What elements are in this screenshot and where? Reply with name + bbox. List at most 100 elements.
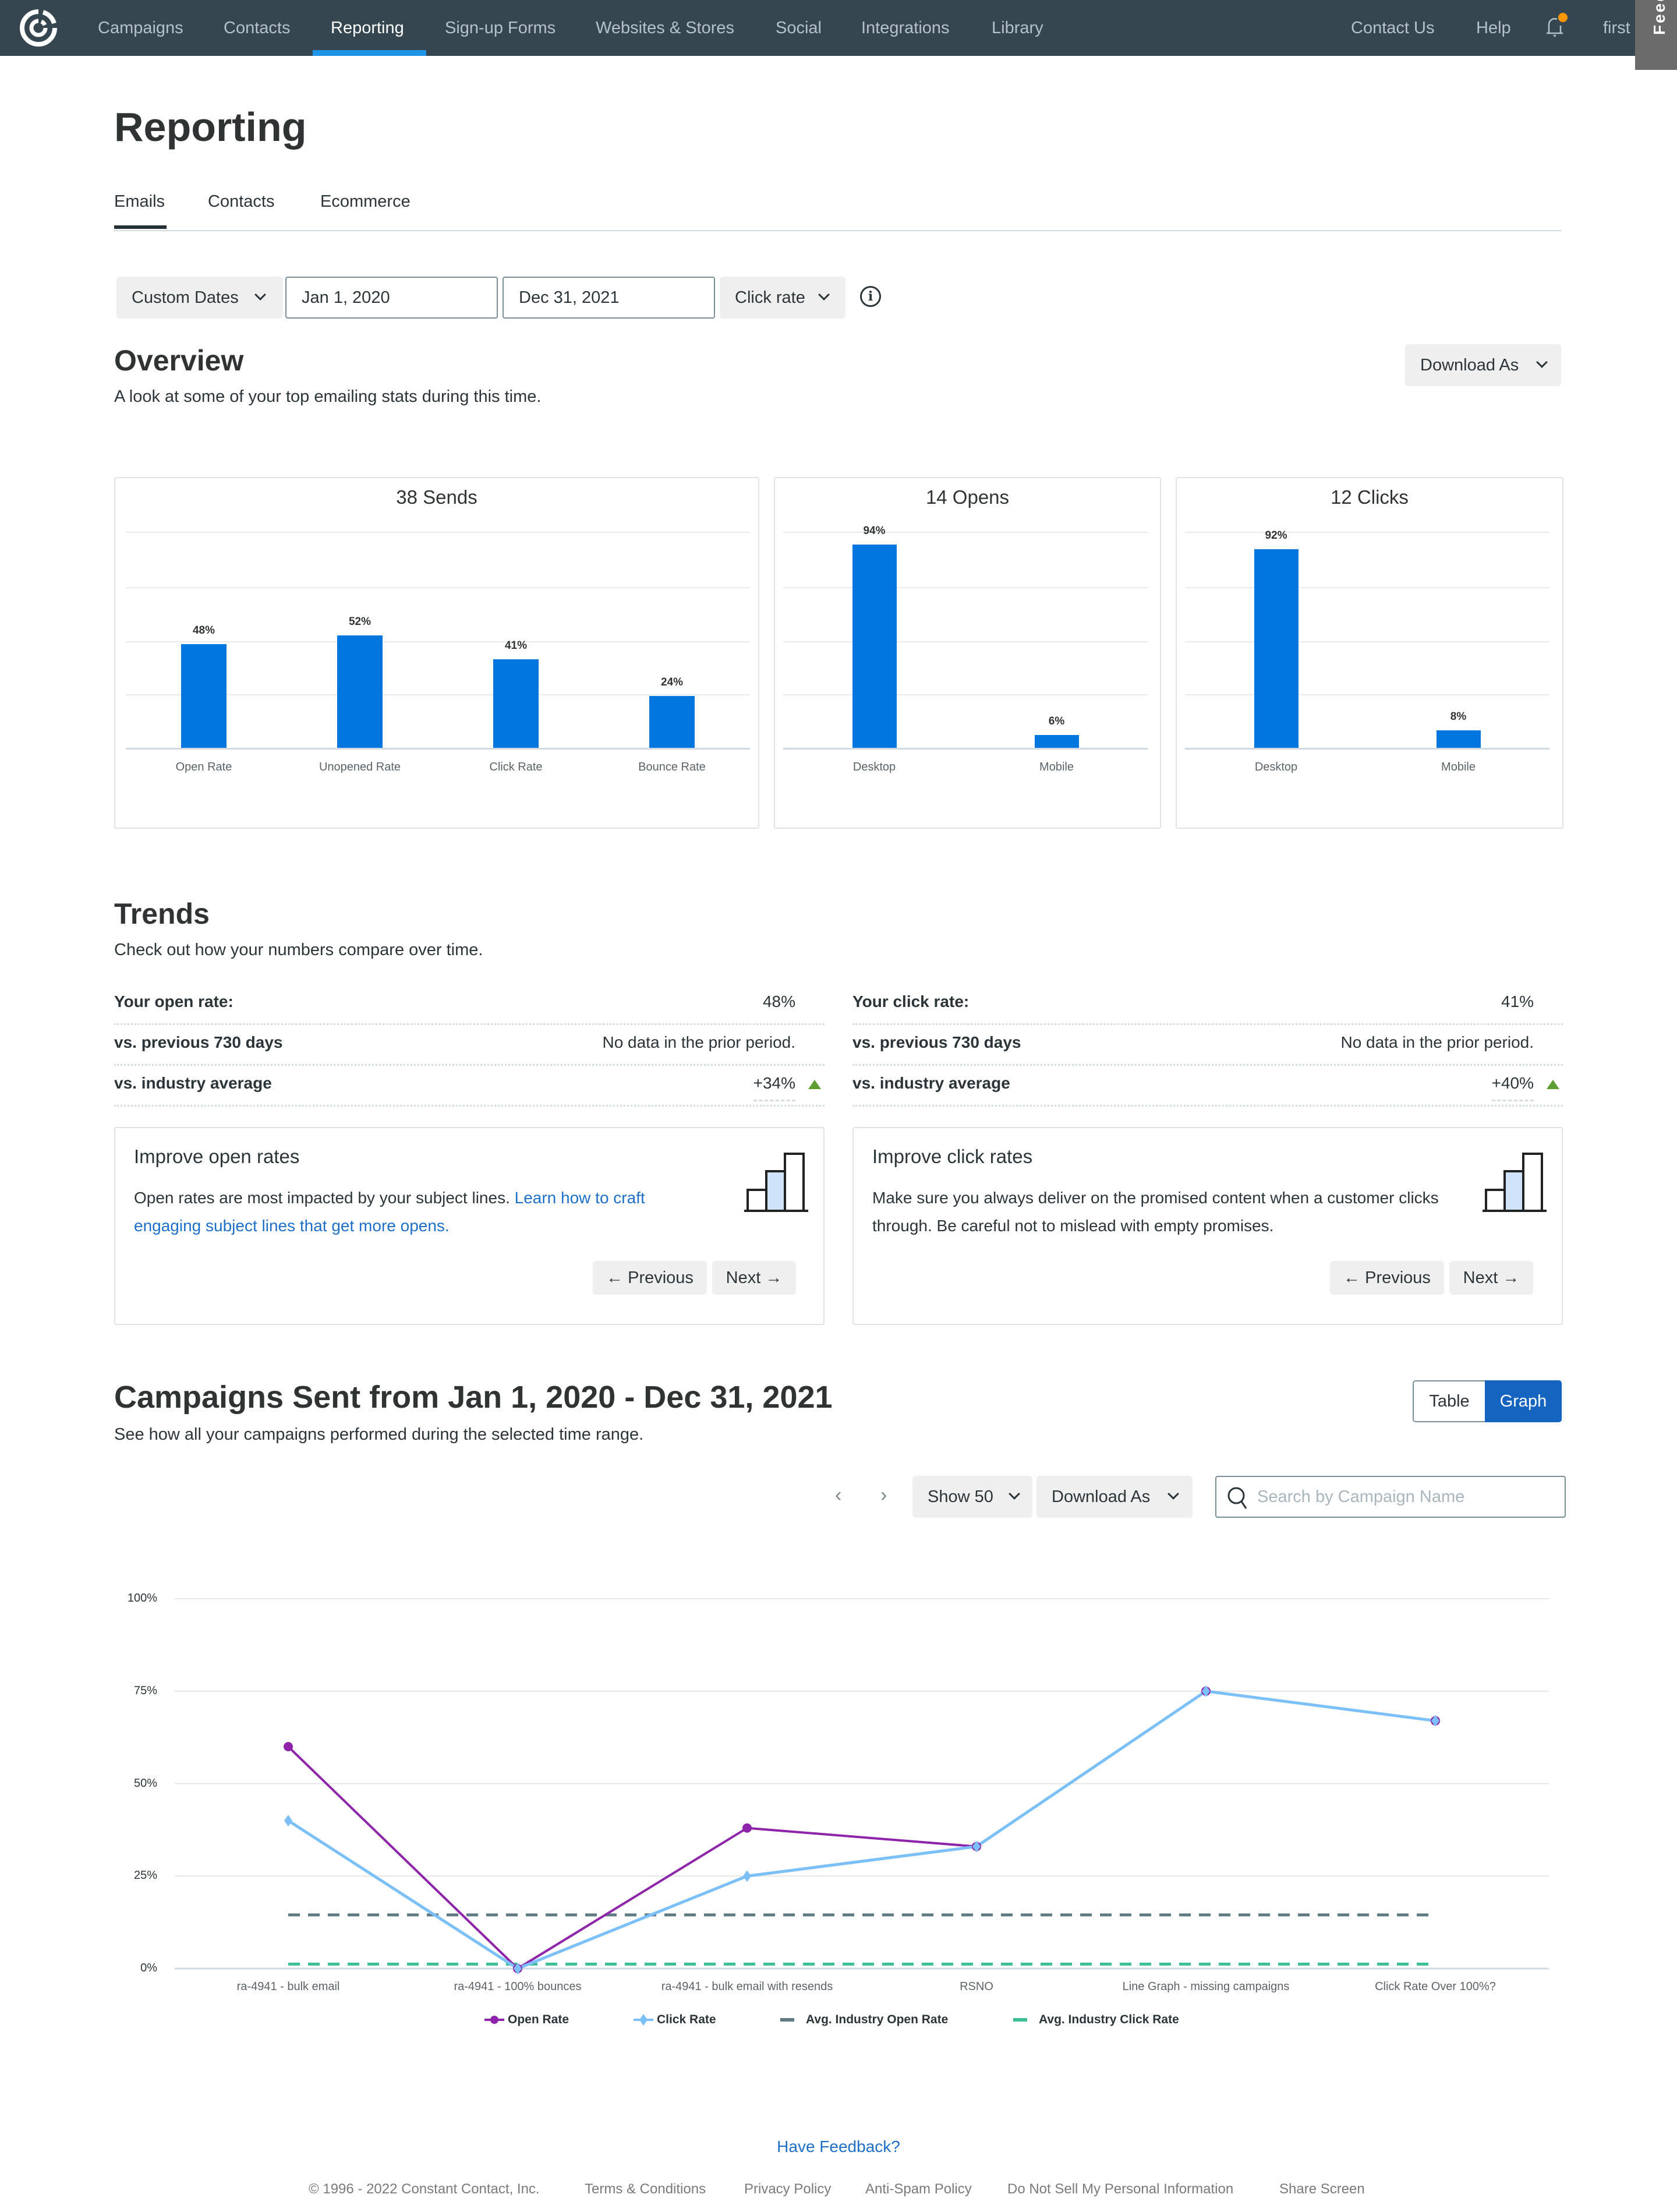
- feedback-side-tab[interactable]: Feedback: [1635, 0, 1677, 70]
- nav-campaigns[interactable]: Campaigns: [98, 0, 183, 56]
- end-date-input[interactable]: Dec 31, 2021: [503, 277, 715, 319]
- click-rate-row: Your click rate: 41%: [852, 984, 1563, 1025]
- tab-ecommerce[interactable]: Ecommerce: [320, 192, 411, 211]
- date-range-select-label: Custom Dates: [132, 288, 239, 307]
- tip-next-button[interactable]: Next →: [1449, 1261, 1533, 1295]
- contact-us-link[interactable]: Contact Us: [1351, 0, 1434, 56]
- legend-label: Avg. Industry Open Rate: [806, 2013, 949, 2026]
- open-rate-value: 48%: [762, 992, 795, 1010]
- click-rate-value: 41%: [1501, 992, 1534, 1010]
- legend-open-rate-marker-icon: [484, 2016, 504, 2024]
- top-navigation: Campaigns Contacts Reporting Sign-up For…: [0, 0, 1677, 56]
- nav-signup-forms[interactable]: Sign-up Forms: [445, 0, 556, 56]
- gridline: [1185, 694, 1549, 695]
- legend-avg-industry-open-rate[interactable]: Avg. Industry Open Rate: [780, 2013, 948, 2027]
- clicks-chart-title: 12 Clicks: [1331, 486, 1409, 508]
- y-tick-label: 100%: [127, 1592, 157, 1605]
- legend-open-rate[interactable]: Open Rate: [484, 2013, 569, 2027]
- constant-contact-logo[interactable]: [17, 7, 59, 49]
- click-vs-previous-value: No data in the prior period.: [1340, 1033, 1534, 1051]
- view-toggle-table[interactable]: Table: [1413, 1380, 1485, 1422]
- campaign-search-field[interactable]: [1215, 1476, 1566, 1518]
- nav-contacts[interactable]: Contacts: [224, 0, 290, 56]
- open-vs-industry-value[interactable]: +34%: [753, 1074, 795, 1093]
- campaign-search-input[interactable]: [1257, 1485, 1548, 1508]
- view-toggle-graph[interactable]: Graph: [1485, 1380, 1562, 1422]
- have-feedback-link[interactable]: Have Feedback?: [0, 2137, 1677, 2156]
- bar-click-rate: [493, 659, 539, 748]
- nav-reporting[interactable]: Reporting: [331, 0, 404, 56]
- category-label: Click Rate: [489, 761, 543, 773]
- y-tick-label: 0%: [140, 1962, 157, 1974]
- open-rate-row: Your open rate: 48%: [114, 984, 825, 1025]
- legend-avg-industry-click-rate[interactable]: Avg. Industry Click Rate: [1013, 2013, 1179, 2027]
- tooltip-underline: [753, 1100, 795, 1101]
- user-menu[interactable]: first: [1603, 0, 1630, 56]
- open-vs-previous-label: vs. previous 730 days: [114, 1033, 283, 1051]
- click-rate-point: [1202, 1685, 1210, 1697]
- campaigns-download-button[interactable]: Download As: [1036, 1476, 1193, 1518]
- show-count-select[interactable]: Show 50: [912, 1476, 1032, 1518]
- tab-contacts[interactable]: Contacts: [208, 192, 274, 211]
- do-not-sell-link[interactable]: Do Not Sell My Personal Information: [1007, 2181, 1233, 2197]
- category-label: Unopened Rate: [319, 761, 401, 773]
- help-link[interactable]: Help: [1476, 0, 1511, 56]
- tip-next-button[interactable]: Next →: [712, 1261, 796, 1295]
- x-tick-label: ra-4941 - 100% bounces: [454, 1980, 582, 1993]
- show-count-label: Show 50: [928, 1487, 993, 1506]
- click-rate-point: [972, 1840, 981, 1853]
- click-vs-industry-value[interactable]: +40%: [1492, 1074, 1534, 1093]
- terms-link[interactable]: Terms & Conditions: [585, 2181, 706, 2197]
- gridline: [783, 641, 1148, 642]
- gridline: [1185, 641, 1549, 642]
- anti-spam-link[interactable]: Anti-Spam Policy: [865, 2181, 972, 2197]
- overview-download-button[interactable]: Download As: [1405, 344, 1561, 386]
- gridline: [783, 587, 1148, 588]
- feedback-tab-label: Feedback: [1650, 0, 1669, 35]
- gridline: [1185, 587, 1549, 588]
- info-icon[interactable]: i: [860, 286, 881, 307]
- overview-subtitle: A look at some of your top emailing stat…: [114, 387, 542, 406]
- nav-social[interactable]: Social: [776, 0, 822, 56]
- tip-previous-button[interactable]: ← Previous: [1330, 1261, 1444, 1295]
- legend-click-rate[interactable]: Click Rate: [634, 2013, 716, 2027]
- y-tick-label: 50%: [133, 1776, 157, 1790]
- end-date-value: Dec 31, 2021: [519, 288, 620, 307]
- gridline: [126, 641, 750, 642]
- legend-label: Click Rate: [657, 2013, 716, 2026]
- bar-bounce-rate: [649, 695, 695, 748]
- improve-open-rates-card: Improve open rates Open rates are most i…: [114, 1127, 825, 1325]
- tab-emails[interactable]: Emails: [114, 192, 165, 211]
- tip-body: Open rates are most impacted by your sub…: [134, 1184, 716, 1240]
- gridline: [783, 532, 1148, 533]
- previous-page-icon[interactable]: ‹: [835, 1484, 841, 1507]
- download-label: Download As: [1052, 1487, 1151, 1506]
- bar-chart-illustration-icon: [1483, 1153, 1547, 1212]
- privacy-link[interactable]: Privacy Policy: [744, 2181, 831, 2197]
- notification-badge: [1558, 13, 1568, 22]
- search-icon: [1227, 1487, 1247, 1509]
- start-date-input[interactable]: Jan 1, 2020: [285, 277, 498, 319]
- start-date-value: Jan 1, 2020: [302, 288, 390, 307]
- trend-up-icon: [808, 1080, 821, 1089]
- click-vs-previous-label: vs. previous 730 days: [852, 1033, 1021, 1051]
- date-range-select[interactable]: Custom Dates: [116, 277, 283, 319]
- click-vs-industry-label: vs. industry average: [852, 1074, 1010, 1092]
- gridline: [783, 694, 1148, 695]
- share-screen-link[interactable]: Share Screen: [1279, 2181, 1365, 2197]
- nav-library[interactable]: Library: [992, 0, 1043, 56]
- tip-previous-button[interactable]: ← Previous: [593, 1261, 707, 1295]
- next-page-icon[interactable]: ›: [880, 1484, 887, 1507]
- bar-value-label: 24%: [660, 676, 684, 688]
- chevron-down-icon: [818, 289, 830, 301]
- tip-title: Improve open rates: [134, 1146, 300, 1167]
- nav-integrations[interactable]: Integrations: [861, 0, 950, 56]
- category-label: Mobile: [1039, 761, 1074, 773]
- x-tick-label: ra-4941 - bulk email: [236, 1980, 340, 1993]
- bar-value-label: 6%: [1048, 715, 1065, 727]
- bar-value-label: 48%: [192, 624, 215, 637]
- metric-select[interactable]: Click rate: [720, 277, 845, 319]
- tip-title: Improve click rates: [872, 1146, 1033, 1167]
- category-label: Bounce Rate: [638, 761, 706, 773]
- nav-websites-stores[interactable]: Websites & Stores: [596, 0, 734, 56]
